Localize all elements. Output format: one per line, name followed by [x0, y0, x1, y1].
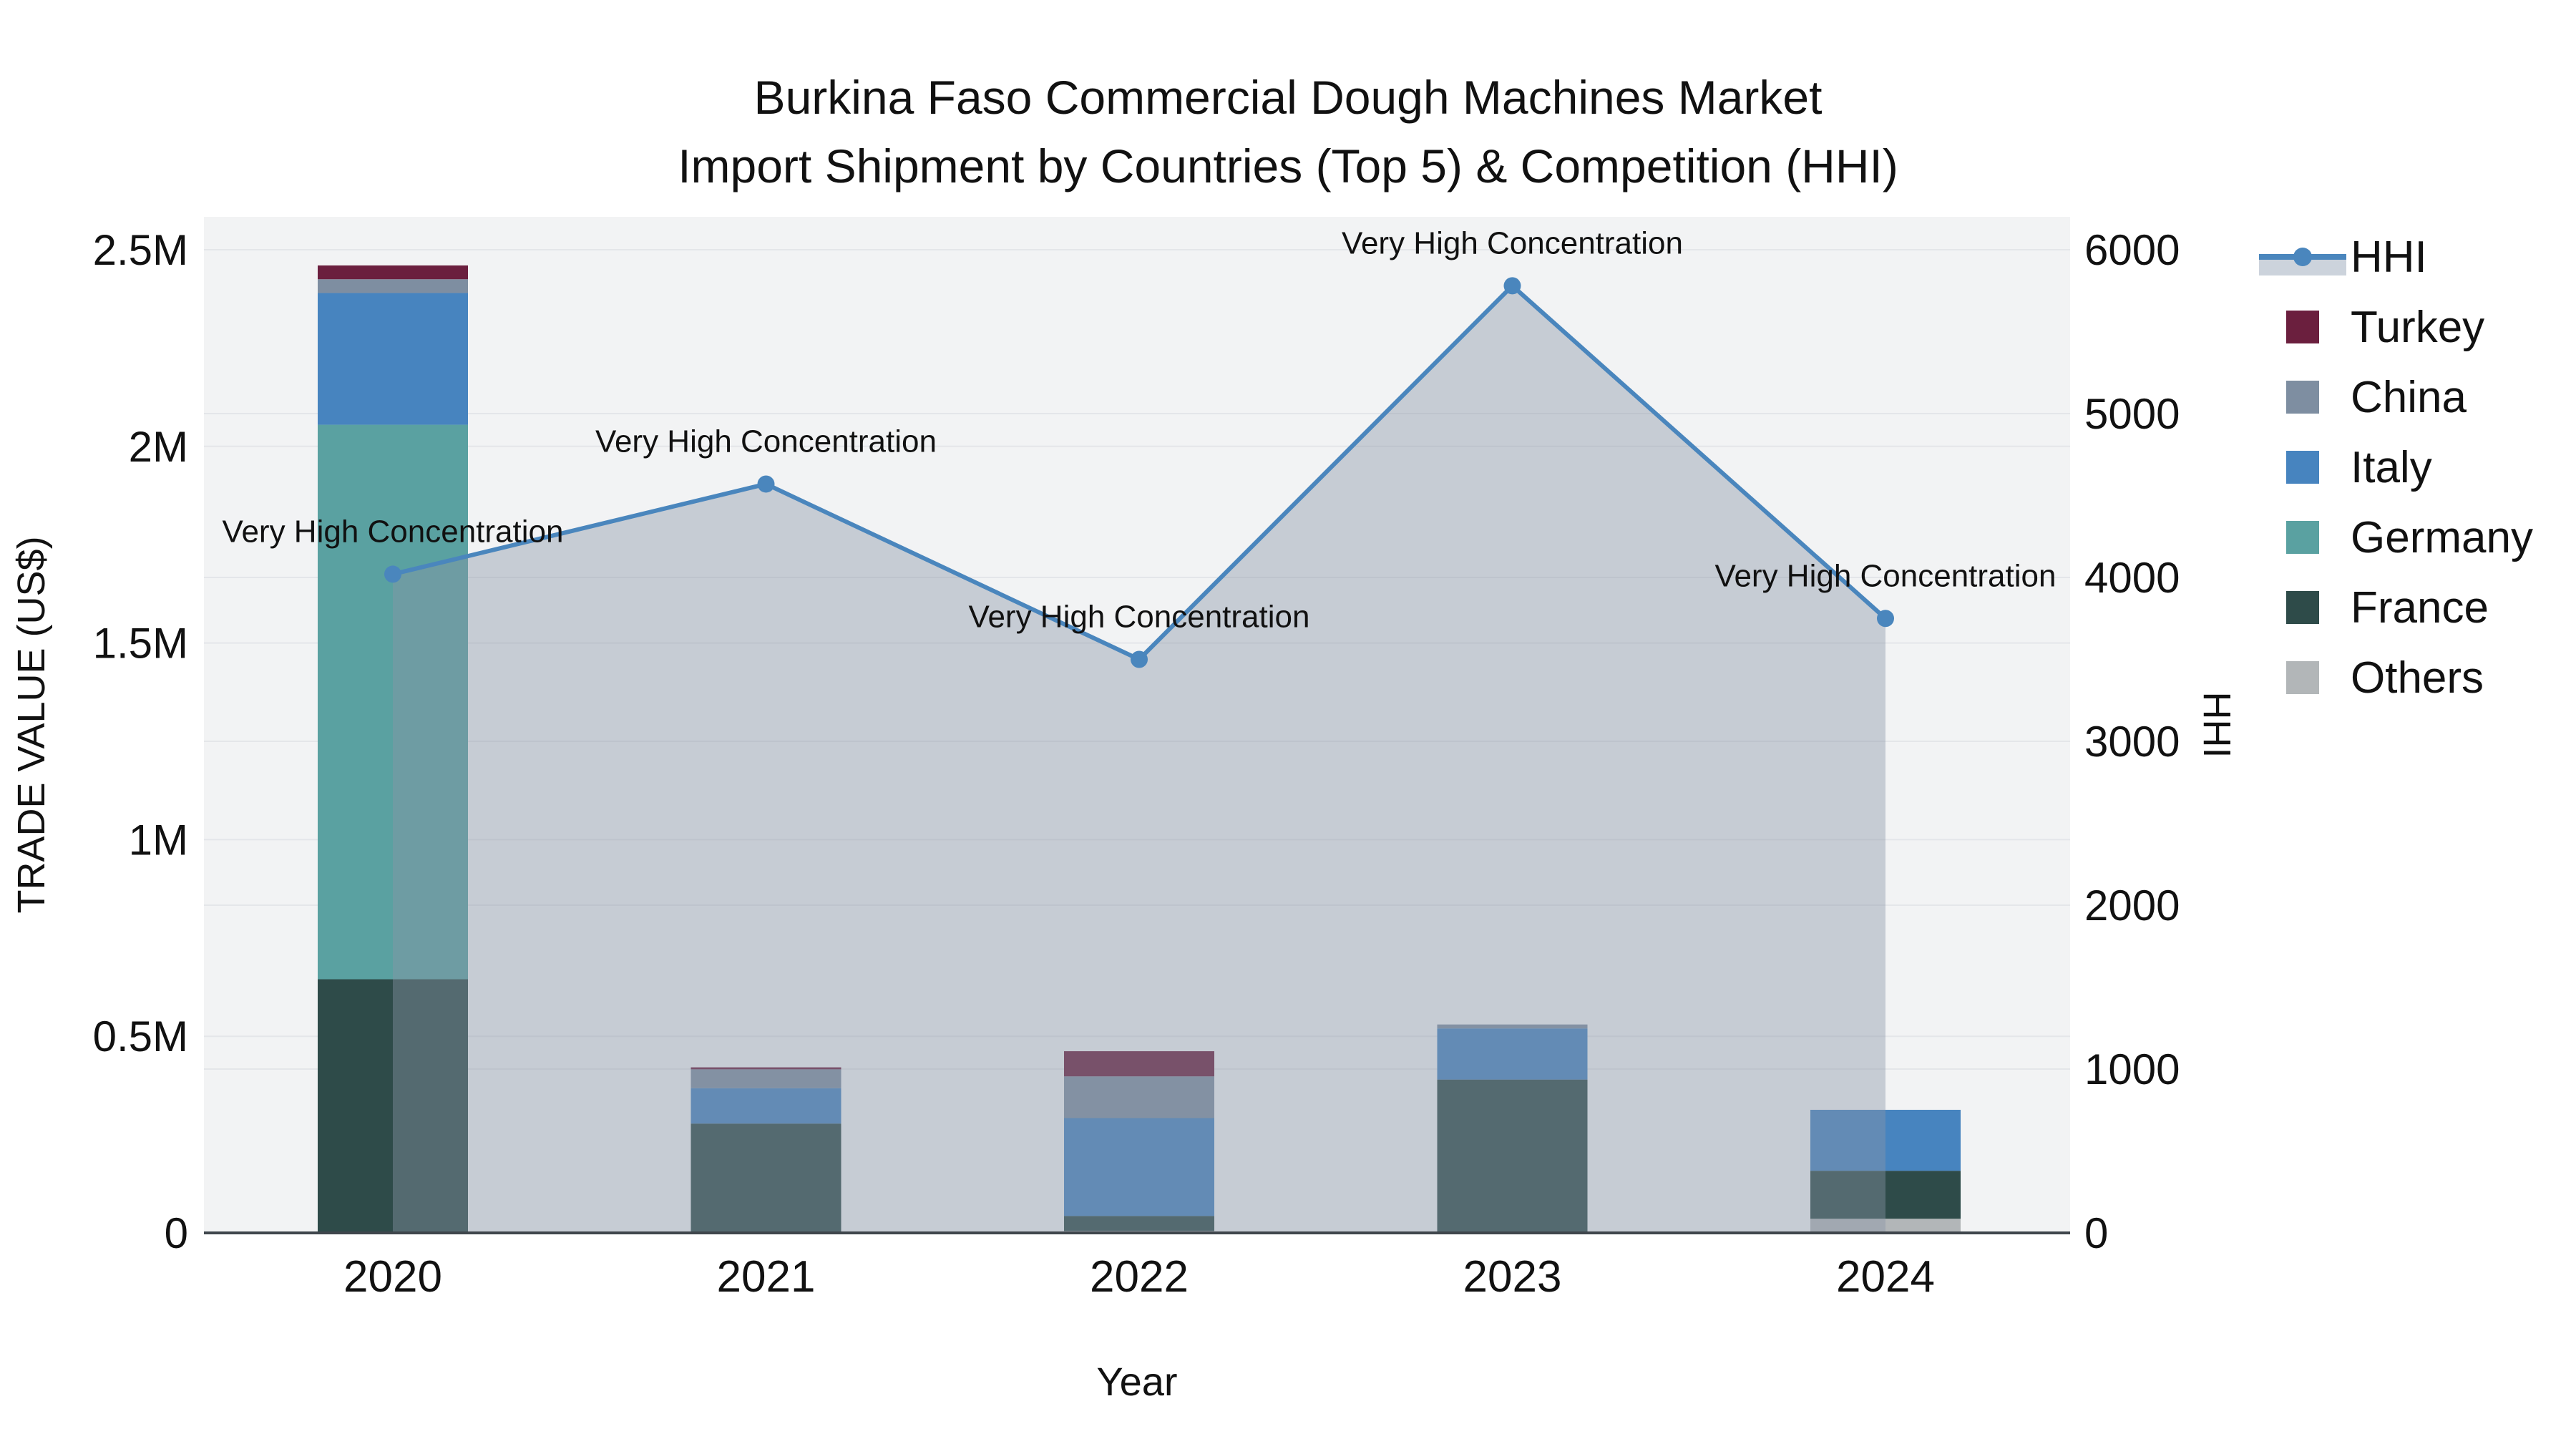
y-right-axis-title: HHI [2195, 692, 2238, 758]
legend-label: HHI [2351, 232, 2427, 282]
hhi-line-swatch-icon [2254, 237, 2351, 277]
legend-item-france[interactable]: France [2254, 583, 2533, 633]
bar-segment-2020-italy[interactable] [318, 293, 468, 425]
x-tick-2022: 2022 [1090, 1252, 1189, 1302]
x-tick-2024: 2024 [1836, 1252, 1935, 1302]
hhi-marker-2020[interactable] [384, 565, 401, 583]
turkey-swatch-icon [2285, 311, 2319, 343]
annotation-2020: Very High Concentration [223, 514, 564, 549]
y-right-tick: 6000 [2084, 226, 2180, 274]
x-axis-title: Year [1096, 1359, 1177, 1404]
y-left-tick: 1.5M [93, 620, 188, 668]
hhi-marker-2024[interactable] [1877, 610, 1894, 628]
y-left-tick: 2M [129, 423, 188, 471]
y-right-tick: 1000 [2084, 1045, 2180, 1093]
legend-label: France [2351, 582, 2489, 633]
legend-label: Turkey [2351, 302, 2485, 352]
hhi-legend-marker [2293, 248, 2312, 266]
bar-segment-2020-turkey[interactable] [318, 265, 468, 280]
legend-item-italy[interactable]: Italy [2254, 443, 2533, 492]
bar-segment-2020-china[interactable] [318, 279, 468, 293]
annotation-2024: Very High Concentration [1715, 558, 2057, 593]
y-right-tick: 2000 [2084, 882, 2180, 930]
y-right-tick: 0 [2084, 1209, 2108, 1257]
y-left-tick: 0 [165, 1209, 188, 1257]
legend-item-china[interactable]: China [2254, 373, 2533, 422]
y-left-tick: 2.5M [93, 226, 188, 274]
legend-label: Germany [2351, 512, 2533, 562]
y-right-tick: 3000 [2084, 718, 2180, 766]
annotation-2023: Very High Concentration [1342, 225, 1683, 260]
x-tick-2020: 2020 [343, 1252, 442, 1302]
legend-item-germany[interactable]: Germany [2254, 513, 2533, 562]
y-left-axis-title: TRADE VALUE (US$) [10, 536, 53, 913]
x-tick-2021: 2021 [717, 1252, 816, 1302]
y-left-tick: 0.5M [93, 1013, 188, 1060]
legend-label: China [2351, 372, 2467, 422]
y-right-tick: 4000 [2084, 554, 2180, 602]
hhi-marker-2022[interactable] [1131, 650, 1148, 668]
legend-label: Others [2351, 653, 2484, 703]
y-right-tick: 5000 [2084, 390, 2180, 438]
germany-swatch-icon [2285, 521, 2319, 554]
hhi-marker-2023[interactable] [1503, 277, 1521, 295]
legend-item-others[interactable]: Others [2254, 653, 2533, 703]
legend-item-hhi[interactable]: HHI [2254, 233, 2533, 282]
y-left-tick: 1M [129, 816, 188, 864]
hhi-marker-2021[interactable] [757, 475, 775, 493]
others-swatch-icon [2285, 661, 2319, 694]
china-swatch-icon [2285, 381, 2319, 414]
annotation-2022: Very High Concentration [969, 600, 1310, 635]
italy-swatch-icon [2285, 451, 2319, 484]
x-tick-2023: 2023 [1463, 1252, 1562, 1302]
france-swatch-icon [2285, 591, 2319, 624]
chart-plot: Very High Concentration Very High Concent… [10, 217, 2238, 1404]
legend: HHI Turkey China Italy Germany France Ot… [2254, 233, 2533, 703]
legend-label: Italy [2351, 442, 2432, 492]
annotation-2021: Very High Concentration [595, 424, 937, 459]
legend-item-turkey[interactable]: Turkey [2254, 303, 2533, 352]
figure: Burkina Faso Commercial Dough Machines M… [0, 0, 2576, 1449]
